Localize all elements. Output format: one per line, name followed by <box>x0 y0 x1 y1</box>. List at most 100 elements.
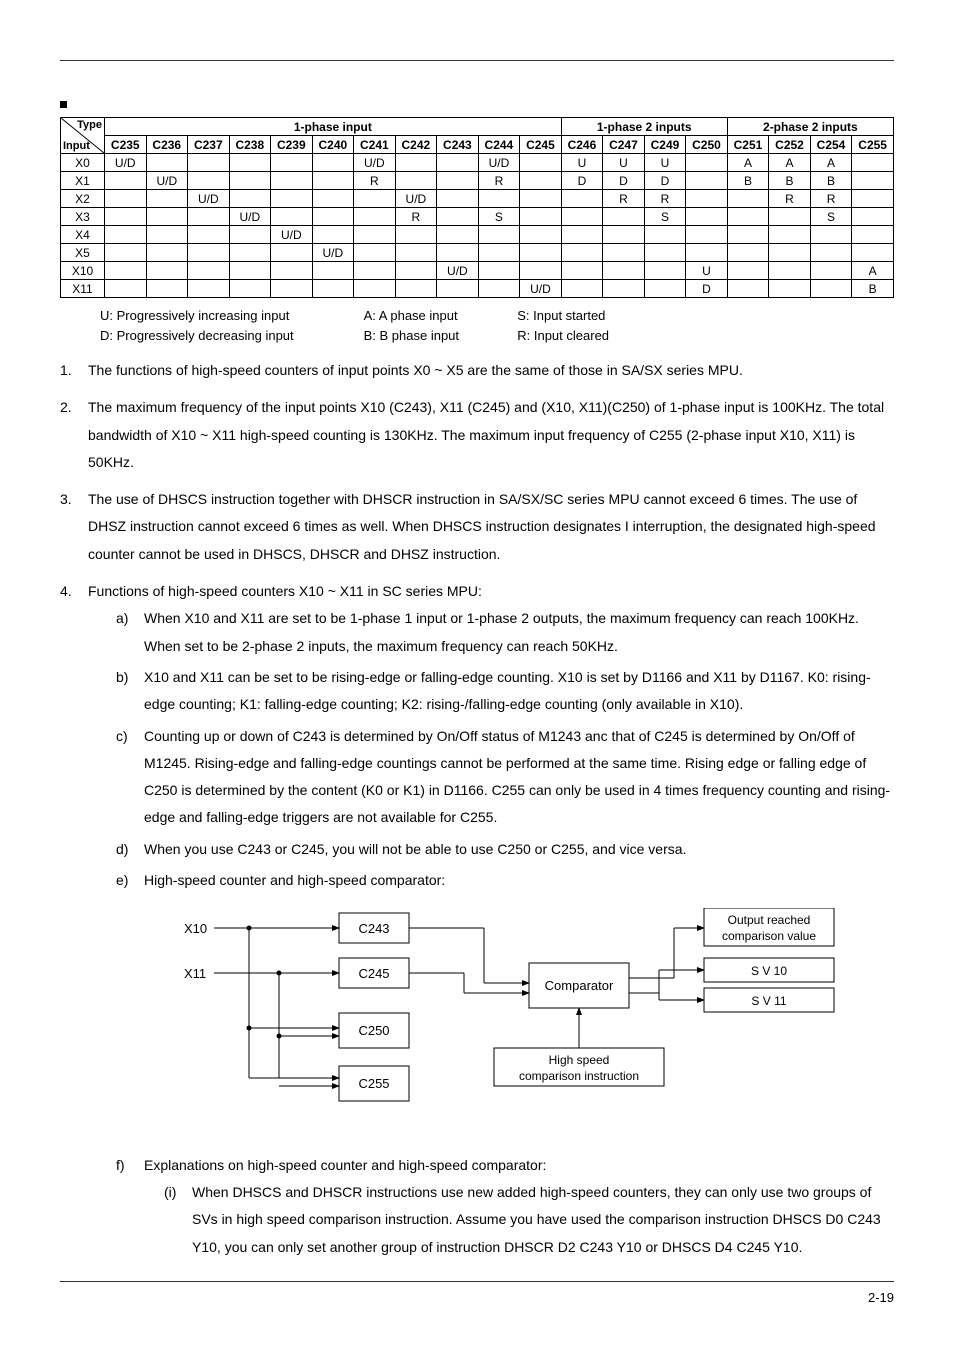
table-cell <box>727 244 769 262</box>
table-cell <box>478 226 520 244</box>
row-label: X3 <box>61 208 105 226</box>
table-cell <box>810 262 852 280</box>
table-cell <box>727 280 769 298</box>
table-cell <box>478 244 520 262</box>
column-header: C238 <box>229 136 271 154</box>
table-cell <box>437 190 479 208</box>
column-header: C249 <box>644 136 686 154</box>
table-cell <box>686 244 728 262</box>
table-cell <box>229 262 271 280</box>
header-divider <box>60 60 894 61</box>
list-text: High-speed counter and high-speed compar… <box>144 872 445 888</box>
table-cell <box>229 226 271 244</box>
table-cell <box>229 172 271 190</box>
table-cell <box>105 208 147 226</box>
table-cell <box>727 190 769 208</box>
page-footer: 2-19 <box>60 1281 894 1305</box>
svg-text:comparison instruction: comparison instruction <box>519 1069 639 1083</box>
table-cell: U <box>561 154 603 172</box>
table-cell <box>644 262 686 280</box>
table-cell: A <box>727 154 769 172</box>
table-cell <box>478 280 520 298</box>
column-header: C241 <box>354 136 396 154</box>
table-cell: U/D <box>105 154 147 172</box>
svg-text:Output reached: Output reached <box>728 913 811 927</box>
table-cell <box>561 208 603 226</box>
table-cell <box>686 208 728 226</box>
list-roman: (i) <box>164 1179 176 1206</box>
table-cell: B <box>852 280 894 298</box>
table-cell <box>603 226 645 244</box>
table-cell <box>105 244 147 262</box>
table-cell: U/D <box>478 154 520 172</box>
table-cell: B <box>769 172 811 190</box>
table-cell <box>188 244 230 262</box>
list-number: 3. <box>60 486 72 513</box>
table-cell <box>437 208 479 226</box>
col-group: 1-phase input <box>105 118 562 136</box>
table-cell <box>188 154 230 172</box>
table-cell <box>520 244 562 262</box>
table-cell: U/D <box>354 154 396 172</box>
table-cell <box>395 172 437 190</box>
table-cell <box>520 208 562 226</box>
table-cell <box>769 262 811 280</box>
table-cell <box>561 262 603 280</box>
table-cell: R <box>395 208 437 226</box>
table-cell <box>395 244 437 262</box>
list-text: The maximum frequency of the input point… <box>88 399 884 470</box>
table-cell: A <box>810 154 852 172</box>
diag-sv10: S V 10 <box>751 964 787 978</box>
list-text: When you use C243 or C245, you will not … <box>144 841 686 857</box>
legend: U: Progressively increasing input A: A p… <box>100 306 894 345</box>
table-cell <box>312 208 354 226</box>
diag-x10: X10 <box>184 921 207 936</box>
column-header: C244 <box>478 136 520 154</box>
page-number: 2-19 <box>868 1290 894 1305</box>
table-cell <box>437 154 479 172</box>
table-cell: D <box>561 172 603 190</box>
table-cell <box>312 172 354 190</box>
table-cell <box>188 280 230 298</box>
row-label: X10 <box>61 262 105 280</box>
table-cell: A <box>852 262 894 280</box>
table-cell: D <box>686 280 728 298</box>
table-cell <box>603 280 645 298</box>
row-label: X0 <box>61 154 105 172</box>
table-cell: B <box>727 172 769 190</box>
table-cell <box>229 280 271 298</box>
column-header: C255 <box>852 136 894 154</box>
list-number: 4. <box>60 578 72 605</box>
col-group: 1-phase 2 inputs <box>561 118 727 136</box>
diag-c245: C245 <box>358 966 389 981</box>
table-cell <box>644 244 686 262</box>
table-cell <box>478 190 520 208</box>
table-cell <box>312 262 354 280</box>
table-cell <box>520 190 562 208</box>
column-header: C247 <box>603 136 645 154</box>
table-cell: A <box>769 154 811 172</box>
table-cell <box>852 154 894 172</box>
list-text: When X10 and X11 are set to be 1-phase 1… <box>144 610 859 653</box>
table-cell <box>105 226 147 244</box>
table-cell <box>686 190 728 208</box>
table-cell <box>437 226 479 244</box>
column-header: C254 <box>810 136 852 154</box>
table-cell <box>810 280 852 298</box>
table-cell <box>686 226 728 244</box>
legend-item: B: B phase input <box>364 326 514 346</box>
table-cell <box>229 190 271 208</box>
table-cell <box>686 172 728 190</box>
table-cell <box>561 226 603 244</box>
table-cell <box>603 208 645 226</box>
diag-comparator: Comparator <box>545 978 614 993</box>
table-cell <box>852 190 894 208</box>
list-text: Counting up or down of C243 is determine… <box>144 728 890 826</box>
header-type: Type <box>77 119 102 131</box>
main-list: 1.The functions of high-speed counters o… <box>60 357 894 1261</box>
table-cell <box>354 226 396 244</box>
column-header: C235 <box>105 136 147 154</box>
table-cell: U/D <box>312 244 354 262</box>
table-cell <box>478 262 520 280</box>
diag-sv11: S V 11 <box>751 994 786 1008</box>
